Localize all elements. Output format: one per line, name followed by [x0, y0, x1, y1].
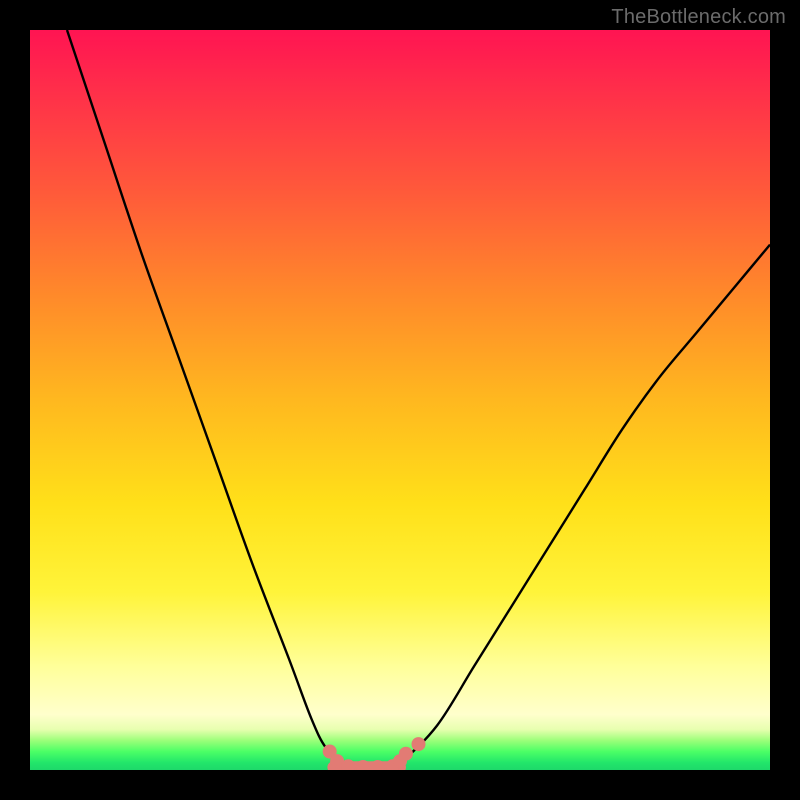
plot-area	[30, 30, 770, 770]
optimal-range-markers	[323, 737, 426, 770]
curve-path	[67, 30, 770, 770]
marker-dot	[412, 737, 426, 751]
curve-layer	[30, 30, 770, 770]
chart-frame: TheBottleneck.com	[0, 0, 800, 800]
marker-dot	[399, 747, 413, 761]
watermark-text: TheBottleneck.com	[611, 6, 786, 29]
bottleneck-curve	[67, 30, 770, 770]
